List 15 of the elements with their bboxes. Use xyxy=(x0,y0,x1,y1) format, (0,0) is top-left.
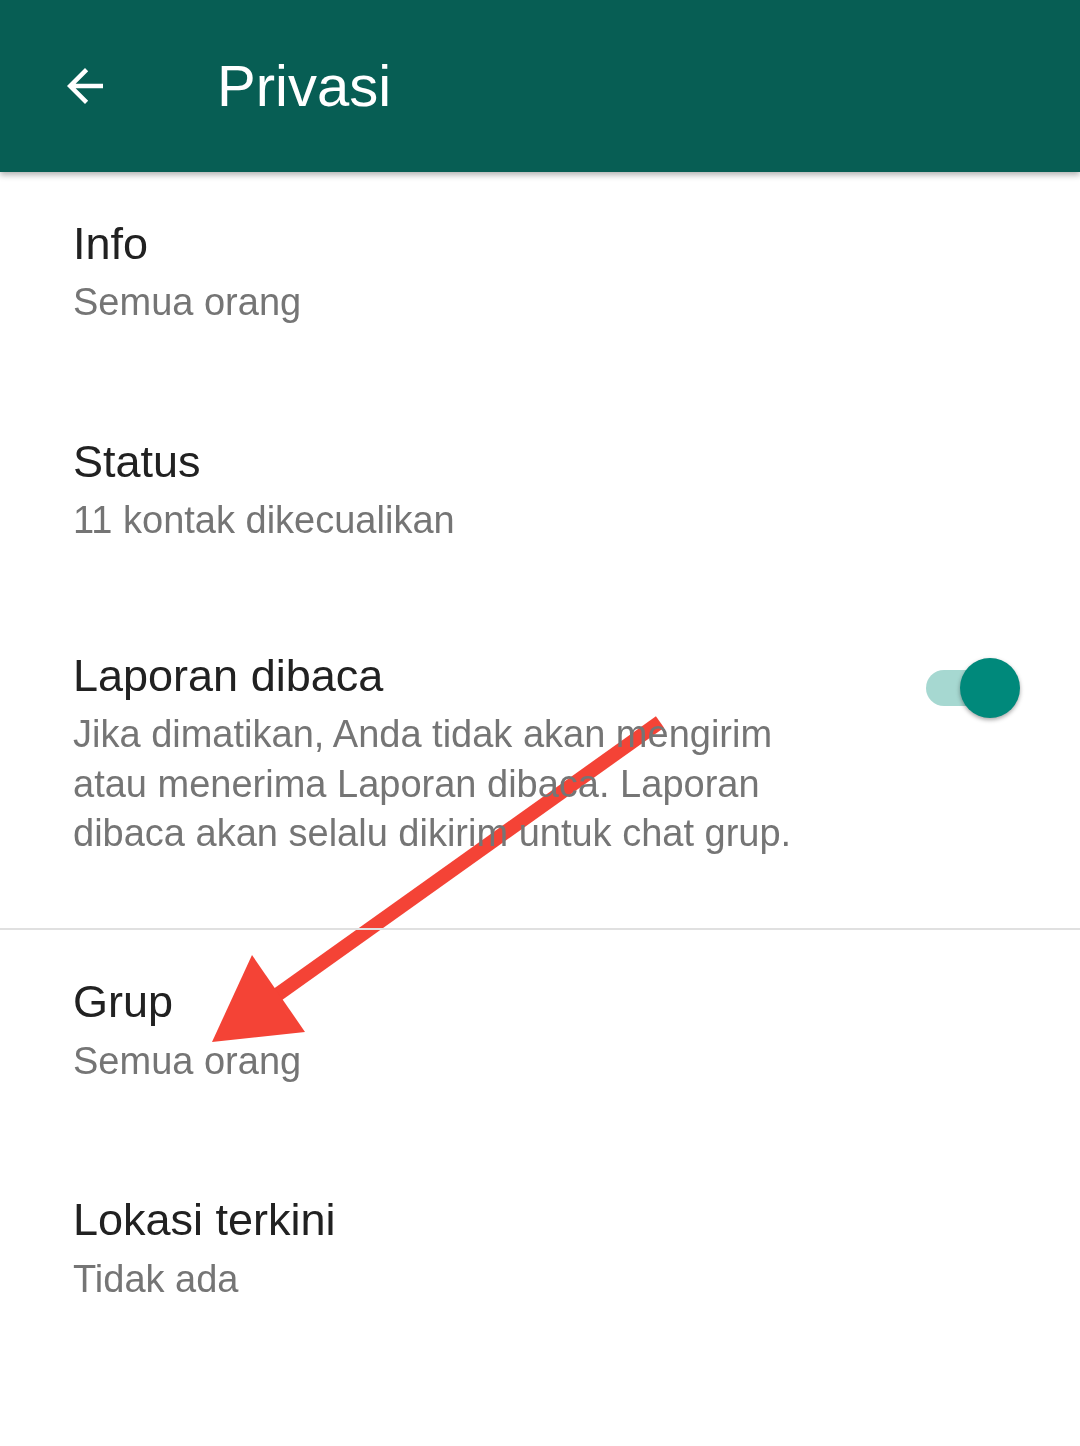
setting-value: Semua orang xyxy=(73,280,303,326)
setting-value: 11 kontak dikecualikan xyxy=(73,498,456,544)
setting-title: Lokasi terkini xyxy=(73,1193,337,1248)
setting-value: Semua orang xyxy=(73,1038,303,1084)
setting-title: Info xyxy=(73,217,150,271)
setting-title: Laporan dibaca xyxy=(73,649,385,703)
setting-value: Tidak ada xyxy=(73,1256,240,1302)
setting-item[interactable]: Info Semua orang xyxy=(0,172,1080,390)
setting-title: Grup xyxy=(73,975,175,1030)
screen-title: Privasi xyxy=(217,52,392,121)
setting-item[interactable]: Status 11 kontak dikecualikan xyxy=(0,390,1080,608)
setting-title: Status xyxy=(73,435,202,489)
setting-item[interactable]: Lokasi terkini Tidak ada xyxy=(0,1148,1080,1367)
toggle-switch[interactable] xyxy=(924,658,1020,718)
setting-item[interactable]: Grup Semua orang xyxy=(0,930,1080,1149)
